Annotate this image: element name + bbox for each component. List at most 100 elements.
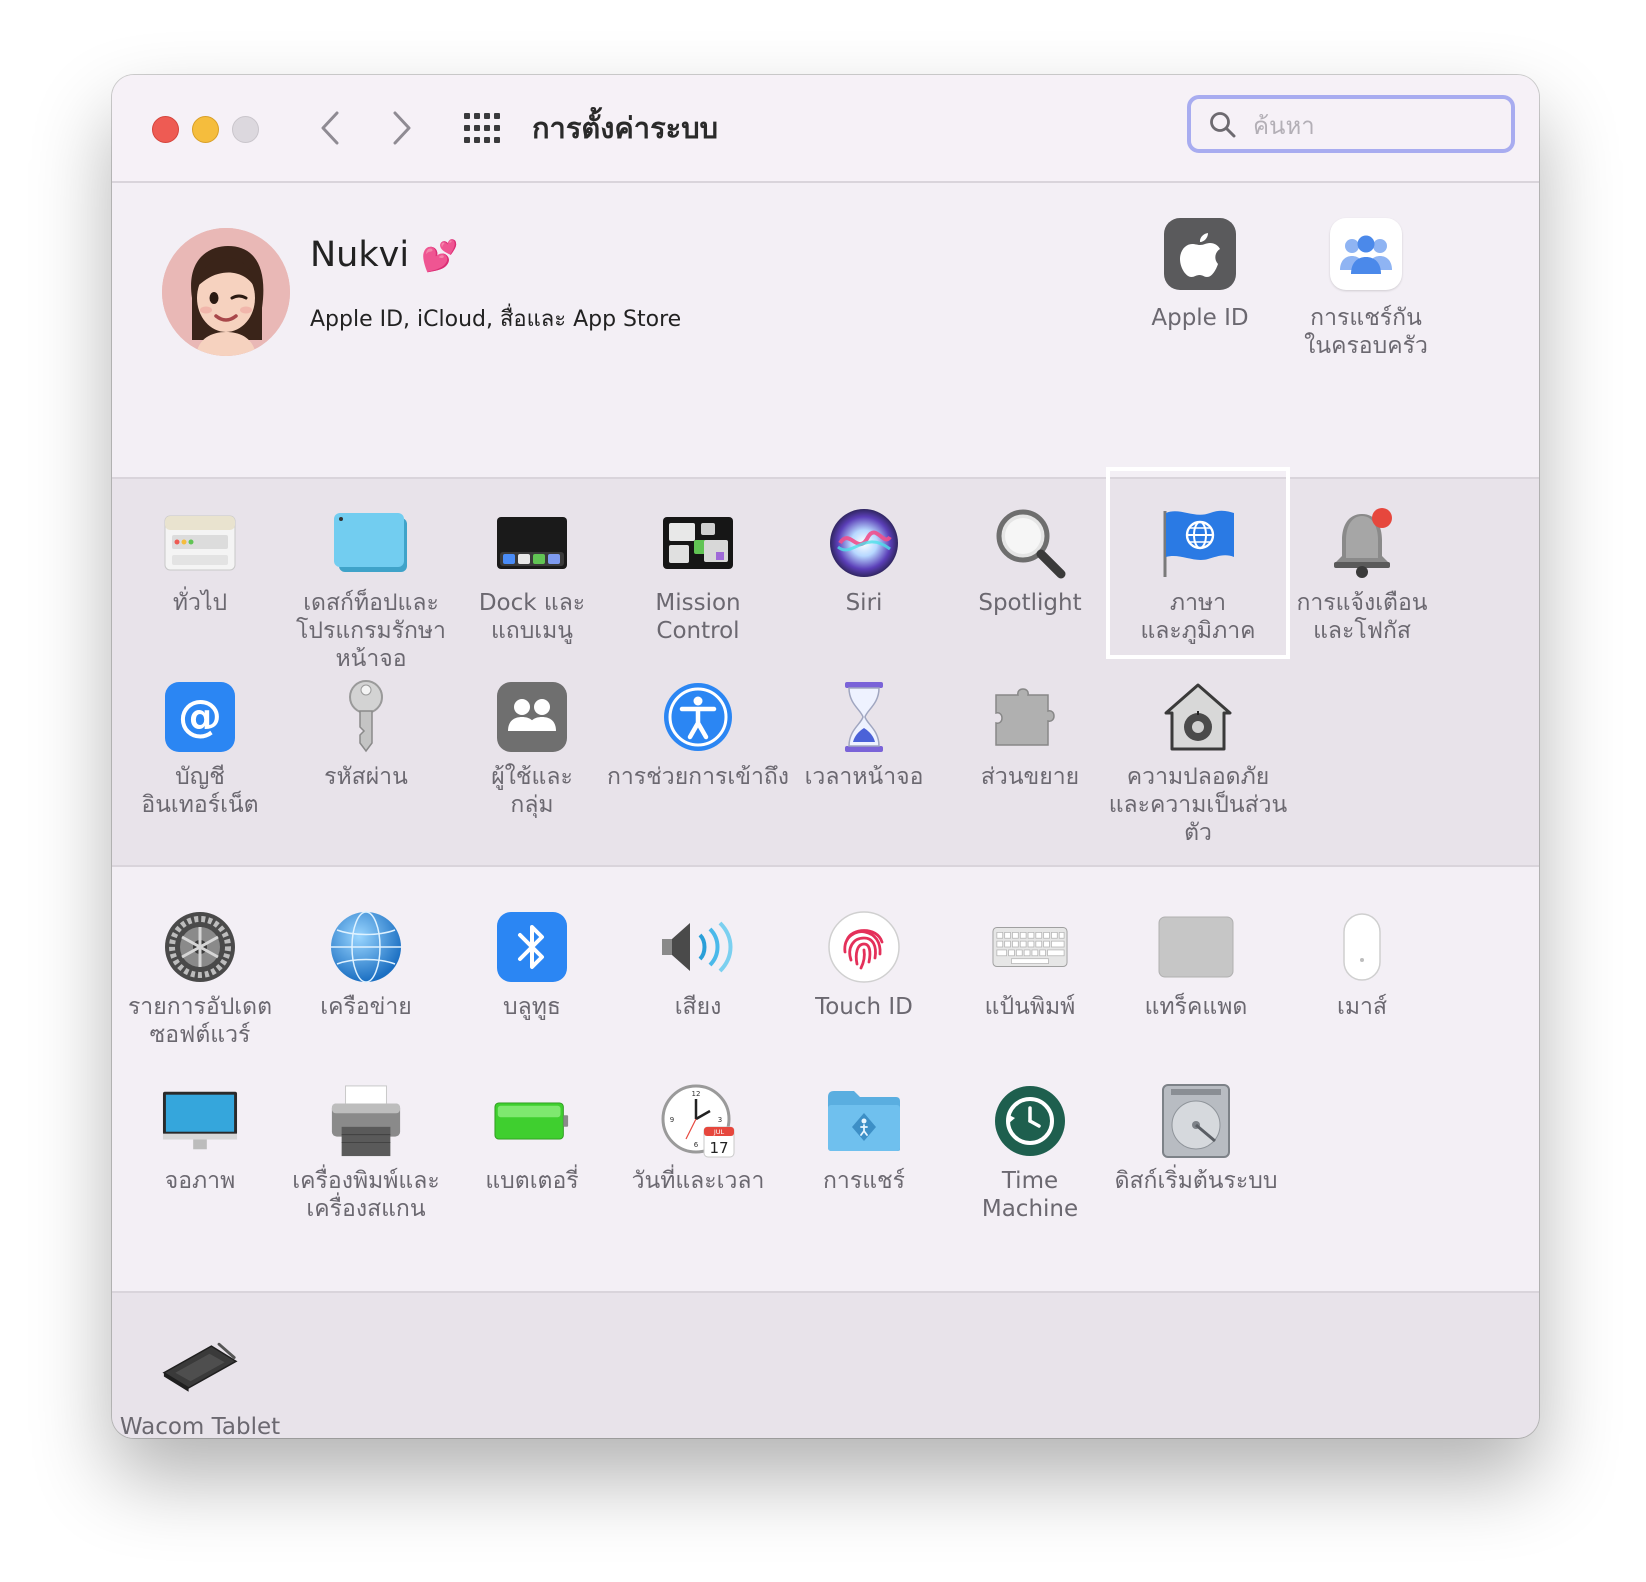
zoom-window-button[interactable] bbox=[232, 116, 259, 143]
globe-network-icon bbox=[328, 909, 404, 985]
show-all-grid-button[interactable] bbox=[464, 113, 504, 145]
security-label-line1: ความปลอดภัย bbox=[1126, 764, 1270, 790]
chevron-left-icon bbox=[321, 111, 339, 145]
accessibility-label: การช่วยการเข้าถึง bbox=[606, 764, 790, 790]
date-time-label: วันที่และเวลา bbox=[631, 1168, 765, 1194]
internet-accounts-label-line2: อินเทอร์เน็ต bbox=[141, 792, 259, 818]
pref-software-update[interactable]: รายการอัปเดต ซอฟต์แวร์ bbox=[112, 909, 288, 1049]
pref-battery[interactable]: แบตเตอรี่ bbox=[444, 1083, 620, 1195]
dock-icon bbox=[494, 505, 570, 581]
personal-prefs-section: ทั่วไป เดสก์ท็อปและ โปรแกรมรักษาหน้าจอ Do… bbox=[112, 467, 1539, 867]
minimize-window-button[interactable] bbox=[192, 116, 219, 143]
pref-language-region[interactable]: ภาษา และภูมิภาค bbox=[1106, 467, 1290, 659]
language-label-line2: และภูมิภาค bbox=[1140, 618, 1256, 644]
window-title: การตั้งค่าระบบ bbox=[532, 111, 719, 145]
pref-apple-id[interactable]: Apple ID bbox=[1130, 218, 1270, 332]
pref-desktop-screensaver[interactable]: เดสก์ท็อปและ โปรแกรมรักษาหน้าจอ bbox=[278, 505, 464, 673]
svg-text:6: 6 bbox=[694, 1141, 699, 1149]
search-box[interactable] bbox=[1187, 95, 1515, 153]
pref-notifications-focus[interactable]: การแจ้งเตือน และโฟกัส bbox=[1274, 505, 1450, 645]
network-label: เครือข่าย bbox=[320, 994, 412, 1020]
pref-family-sharing[interactable]: การแชร์กัน ในครอบครัว bbox=[1296, 218, 1436, 360]
printers-label-line1: เครื่องพิมพ์และ bbox=[292, 1168, 440, 1194]
flag-globe-icon bbox=[1160, 505, 1236, 581]
pref-sharing[interactable]: การแชร์ bbox=[776, 1083, 952, 1195]
pref-printers-scanners[interactable]: เครื่องพิมพ์และ เครื่องสแกน bbox=[278, 1083, 454, 1223]
pref-date-time[interactable]: 12 3 6 9 JUL 17 วันที่และเวลา bbox=[610, 1083, 786, 1195]
battery-label: แบตเตอรี่ bbox=[485, 1168, 579, 1194]
pref-spotlight[interactable]: Spotlight bbox=[942, 505, 1118, 617]
pref-mouse[interactable]: เมาส์ bbox=[1274, 909, 1450, 1021]
pref-security-privacy[interactable]: ความปลอดภัย และความเป็นส่วนตัว bbox=[1108, 679, 1288, 847]
general-label: ทั่วไป bbox=[172, 590, 228, 616]
sharing-label: การแชร์ bbox=[823, 1168, 905, 1194]
pref-general[interactable]: ทั่วไป bbox=[112, 505, 288, 617]
pref-wacom-tablet[interactable]: Wacom Tablet bbox=[112, 1329, 288, 1438]
family-sharing-label-line1: การแชร์กัน bbox=[1310, 305, 1422, 331]
touch-id-label: Touch ID bbox=[815, 994, 913, 1020]
svg-text:3: 3 bbox=[718, 1116, 722, 1124]
pref-bluetooth[interactable]: บลูทูธ bbox=[444, 909, 620, 1021]
pref-trackpad[interactable]: แทร็คแพด bbox=[1108, 909, 1284, 1021]
siri-label: Siri bbox=[845, 590, 883, 616]
extensions-label: ส่วนขยาย bbox=[980, 764, 1080, 790]
pref-displays[interactable]: จอภาพ bbox=[112, 1083, 288, 1195]
user-name-text: Nukvi bbox=[310, 235, 410, 275]
hardware-prefs-section: รายการอัปเดต ซอฟต์แวร์ เครือข่าย บลูทูธ เ… bbox=[112, 867, 1539, 1293]
svg-text:9: 9 bbox=[670, 1116, 674, 1124]
mouse-label: เมาส์ bbox=[1337, 994, 1387, 1020]
pref-extensions[interactable]: ส่วนขยาย bbox=[942, 679, 1118, 791]
search-input[interactable] bbox=[1251, 107, 1495, 145]
at-sign-icon: @ bbox=[162, 679, 238, 755]
users-groups-icon bbox=[494, 679, 570, 755]
spotlight-label: Spotlight bbox=[978, 590, 1082, 616]
software-update-label-line1: รายการอัปเดต bbox=[127, 994, 273, 1020]
general-icon bbox=[162, 505, 238, 581]
mission-control-icon bbox=[660, 505, 736, 581]
memoji-avatar-icon bbox=[162, 228, 290, 356]
users-label-line1: ผู้ใช้และ bbox=[491, 764, 573, 790]
user-name[interactable]: Nukvi 💕 bbox=[310, 235, 458, 275]
pref-mission-control[interactable]: Mission Control bbox=[610, 505, 786, 645]
hard-disk-icon bbox=[1158, 1083, 1234, 1159]
apple-id-label: Apple ID bbox=[1151, 305, 1249, 331]
pref-siri[interactable]: Siri bbox=[776, 505, 952, 617]
close-window-button[interactable] bbox=[152, 116, 179, 143]
pref-dock-menubar[interactable]: Dock และ แถบเมนู bbox=[444, 505, 620, 645]
gear-icon bbox=[162, 909, 238, 985]
apple-logo-icon bbox=[1164, 218, 1236, 290]
heart-emoji: 💕 bbox=[421, 239, 459, 274]
pref-screen-time[interactable]: เวลาหน้าจอ bbox=[776, 679, 952, 791]
pref-time-machine[interactable]: Time Machine bbox=[942, 1083, 1118, 1223]
pref-network[interactable]: เครือข่าย bbox=[278, 909, 454, 1021]
fingerprint-icon bbox=[826, 909, 902, 985]
pref-touch-id[interactable]: Touch ID bbox=[776, 909, 952, 1021]
bell-icon bbox=[1324, 505, 1400, 581]
pref-startup-disk[interactable]: ดิสก์เริ่มต้นระบบ bbox=[1108, 1083, 1284, 1195]
family-sharing-label-line2: ในครอบครัว bbox=[1304, 333, 1428, 359]
pref-passwords[interactable]: รหัสผ่าน bbox=[278, 679, 454, 791]
bluetooth-label: บลูทูธ bbox=[503, 994, 561, 1020]
pref-internet-accounts[interactable]: @ บัญชี อินเทอร์เน็ต bbox=[112, 679, 288, 819]
pref-keyboard[interactable]: แป้นพิมพ์ bbox=[942, 909, 1118, 1021]
accessibility-icon bbox=[660, 679, 736, 755]
user-avatar[interactable] bbox=[162, 228, 290, 356]
pref-users-groups[interactable]: ผู้ใช้และ กลุ่ม bbox=[444, 679, 620, 819]
account-subtitle: Apple ID, iCloud, สื่อและ App Store bbox=[310, 307, 682, 332]
bluetooth-icon bbox=[494, 909, 570, 985]
time-machine-label-line2: Machine bbox=[981, 1196, 1079, 1222]
dock-label-line2: แถบเมนู bbox=[490, 618, 574, 644]
printer-icon bbox=[328, 1083, 404, 1159]
notifications-label-line1: การแจ้งเตือน bbox=[1296, 590, 1428, 616]
svg-text:@: @ bbox=[178, 691, 222, 742]
back-button[interactable] bbox=[310, 105, 350, 151]
system-preferences-window: การตั้งค่าระบบ Nukvi 💕 bbox=[112, 75, 1539, 1438]
forward-button[interactable] bbox=[382, 105, 422, 151]
pref-sound[interactable]: เสียง bbox=[610, 909, 786, 1021]
speaker-icon bbox=[660, 909, 736, 985]
pref-accessibility[interactable]: การช่วยการเข้าถึง bbox=[600, 679, 796, 791]
notifications-label-line2: และโฟกัส bbox=[1313, 618, 1411, 644]
desktop-label-line1: เดสก์ท็อปและ bbox=[303, 590, 439, 616]
sharing-folder-icon bbox=[826, 1083, 902, 1159]
mission-control-label-line1: Mission bbox=[655, 590, 741, 616]
